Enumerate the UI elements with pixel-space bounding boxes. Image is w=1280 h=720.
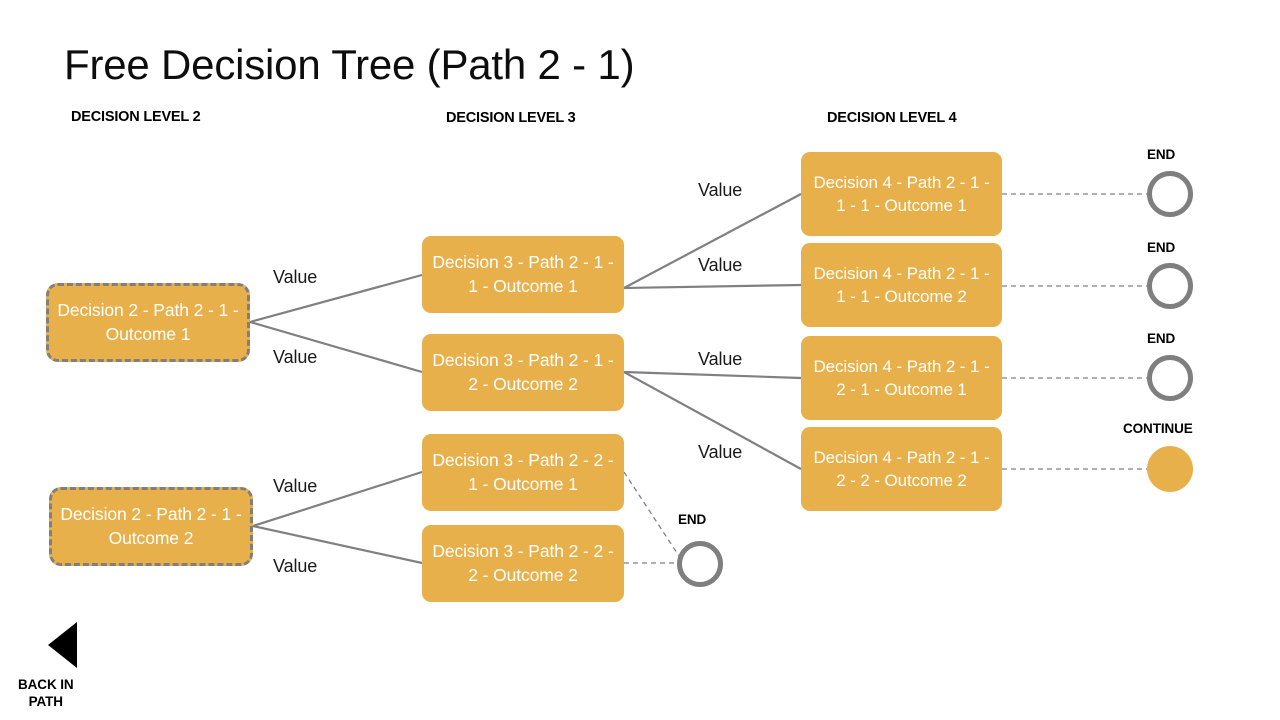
terminator-label-end-4: END — [678, 512, 707, 527]
decision-tree-canvas: Decision 2 - Path 2 - 1 - Outcome 1 Decis… — [0, 0, 1280, 720]
terminator-circle-end-3[interactable] — [1147, 355, 1193, 401]
terminator-label-end-2: END — [1147, 240, 1176, 255]
terminator-label-end-3: END — [1147, 331, 1176, 346]
back-in-path-arrow-icon[interactable] — [48, 622, 77, 668]
terminator-circle-end-2[interactable] — [1147, 263, 1193, 309]
back-in-path-label-line2: PATH — [28, 694, 63, 710]
terminator-circle-continue-1[interactable] — [1147, 446, 1193, 492]
terminator-label-end-1: END — [1147, 147, 1176, 162]
back-in-path-label-line1: BACK IN — [18, 677, 74, 692]
terminator-layer: END END END CONTINUE END — [0, 0, 1280, 720]
terminator-label-continue-1: CONTINUE — [1123, 421, 1193, 436]
terminator-circle-end-4[interactable] — [677, 541, 723, 587]
back-in-path-label: BACK IN PATH — [18, 676, 74, 711]
terminator-circle-end-1[interactable] — [1147, 171, 1193, 217]
